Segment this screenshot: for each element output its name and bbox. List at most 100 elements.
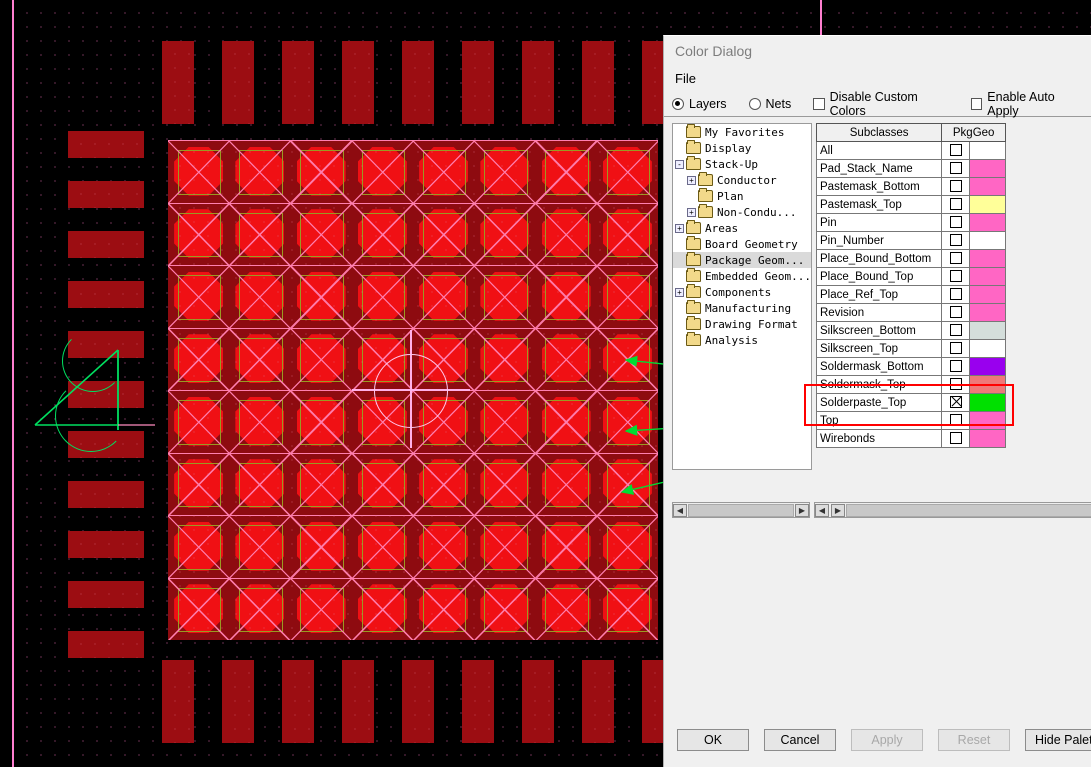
tree-item-areas[interactable]: + Areas <box>673 220 811 236</box>
subclass-color-swatch[interactable] <box>969 267 1006 286</box>
bga-ball <box>174 396 224 446</box>
subclass-visibility-checkbox[interactable] <box>941 159 971 178</box>
subclass-visibility-checkbox[interactable] <box>941 231 971 250</box>
table-row[interactable]: Place_Bound_Bottom <box>815 249 1006 268</box>
subclass-color-swatch[interactable] <box>969 411 1006 430</box>
subclass-color-swatch[interactable] <box>969 195 1006 214</box>
table-row[interactable]: Pad_Stack_Name <box>815 159 1006 178</box>
subclass-color-swatch[interactable] <box>969 177 1006 196</box>
tree-item-package-geom[interactable]: Package Geom... <box>673 252 811 268</box>
scroll-left-icon[interactable]: ◀ <box>673 503 687 517</box>
subclass-color-swatch[interactable] <box>969 393 1006 412</box>
table-row[interactable]: Pastemask_Bottom <box>815 177 1006 196</box>
subclass-visibility-checkbox[interactable] <box>941 285 971 304</box>
subclass-color-swatch[interactable] <box>969 375 1006 394</box>
table-row[interactable]: Pastemask_Top <box>815 195 1006 214</box>
table-row[interactable]: Place_Bound_Top <box>815 267 1006 286</box>
subclass-visibility-checkbox[interactable] <box>941 249 971 268</box>
radio-layers[interactable]: Layers <box>672 97 727 111</box>
subclass-visibility-checkbox[interactable] <box>941 303 971 322</box>
tree-expander-icon[interactable]: + <box>675 287 684 297</box>
subclass-visibility-checkbox[interactable] <box>941 339 971 358</box>
checkbox-enable-auto-apply[interactable]: Enable Auto Apply <box>970 90 1082 118</box>
table-row[interactable]: Pin <box>815 213 1006 232</box>
pad-outline <box>606 587 651 632</box>
cancel-button[interactable]: Cancel <box>764 729 836 751</box>
scroll-right-icon[interactable]: ▶ <box>795 503 809 517</box>
tree-expander-icon[interactable]: + <box>687 207 696 217</box>
subclass-color-swatch[interactable] <box>969 285 1006 304</box>
tree-item-stack-up[interactable]: - Stack-Up <box>673 156 811 172</box>
table-row[interactable]: Revision <box>815 303 1006 322</box>
checkbox-disable-custom-colors[interactable]: Disable Custom Colors <box>813 90 949 118</box>
table-row[interactable]: Silkscreen_Bottom <box>815 321 1006 340</box>
subclass-color-swatch[interactable] <box>969 231 1006 250</box>
scroll-left-icon[interactable]: ◀ <box>815 503 829 517</box>
subclass-color-swatch[interactable] <box>969 321 1006 340</box>
subclasses-table[interactable]: Subclasses PkgGeo All Pad_Stack_Name Paste… <box>815 123 1006 448</box>
scroll-thumb[interactable] <box>846 503 1091 517</box>
table-row[interactable]: Wirebonds <box>815 429 1006 448</box>
tree-item-analysis[interactable]: Analysis <box>673 332 811 348</box>
tree-hscrollbar[interactable]: ◀ ▶ <box>672 502 810 518</box>
subclass-visibility-checkbox[interactable] <box>941 267 971 286</box>
tree-item-embedded-geom[interactable]: Embedded Geom... <box>673 268 811 284</box>
pad-outline <box>361 587 406 632</box>
hide-palette-button[interactable]: Hide Palette <box>1025 729 1091 751</box>
subclass-color-swatch[interactable] <box>969 249 1006 268</box>
tree-item-label: Display <box>705 141 752 155</box>
subclass-visibility-checkbox[interactable] <box>941 213 971 232</box>
geometry-diagonal <box>413 140 537 266</box>
subclass-visibility-checkbox[interactable] <box>941 429 971 448</box>
scroll-thumb[interactable] <box>688 503 794 517</box>
radio-nets[interactable]: Nets <box>748 97 791 111</box>
radio-layers-label: Layers <box>689 96 727 111</box>
subclass-color-swatch[interactable] <box>969 339 1006 358</box>
scroll-right-icon[interactable]: ▶ <box>831 503 845 517</box>
table-hscrollbar[interactable]: ◀ ▶ <box>814 502 1091 518</box>
subclass-name: Silkscreen_Top <box>815 339 943 358</box>
tree-item-my-favorites[interactable]: My Favorites <box>673 124 811 140</box>
subclass-visibility-checkbox[interactable] <box>941 357 971 376</box>
table-row[interactable]: Solderpaste_Top <box>815 393 1006 412</box>
subclass-color-swatch[interactable] <box>969 303 1006 322</box>
tree-item-drawing-format[interactable]: Drawing Format <box>673 316 811 332</box>
subclass-visibility-checkbox[interactable] <box>941 141 971 160</box>
tree-expander-icon[interactable]: + <box>687 175 696 185</box>
tree-expander-icon[interactable]: + <box>675 223 684 233</box>
table-row[interactable]: Soldermask_Top <box>815 375 1006 394</box>
ok-button[interactable]: OK <box>677 729 749 751</box>
tree-item-manufacturing[interactable]: Manufacturing <box>673 300 811 316</box>
table-row[interactable]: Place_Ref_Top <box>815 285 1006 304</box>
subclass-visibility-checkbox[interactable] <box>941 393 971 412</box>
bga-ball <box>419 146 469 196</box>
table-row[interactable]: All <box>815 141 1006 160</box>
tree-item-components[interactable]: + Components <box>673 284 811 300</box>
tree-item-non-condu[interactable]: + Non-Condu... <box>673 204 811 220</box>
tree-item-plan[interactable]: Plan <box>673 188 811 204</box>
table-row[interactable]: Soldermask_Bottom <box>815 357 1006 376</box>
geometry-diagonal <box>168 577 231 640</box>
table-row[interactable]: Pin_Number <box>815 231 1006 250</box>
table-row[interactable]: Top <box>815 411 1006 430</box>
subclass-visibility-checkbox[interactable] <box>941 411 971 430</box>
tree-item-display[interactable]: Display <box>673 140 811 156</box>
tree-item-conductor[interactable]: + Conductor <box>673 172 811 188</box>
geometry-diagonal <box>229 390 353 516</box>
pad-outline <box>177 525 222 570</box>
table-row[interactable]: Silkscreen_Top <box>815 339 1006 358</box>
subclass-visibility-checkbox[interactable] <box>941 195 971 214</box>
subclass-color-swatch[interactable] <box>969 141 1006 160</box>
subclass-visibility-checkbox[interactable] <box>941 375 971 394</box>
subclass-color-swatch[interactable] <box>969 213 1006 232</box>
tree-item-board-geometry[interactable]: Board Geometry <box>673 236 811 252</box>
subclass-visibility-checkbox[interactable] <box>941 321 971 340</box>
tree-expander-icon[interactable]: - <box>675 159 684 169</box>
subclass-color-swatch[interactable] <box>969 159 1006 178</box>
geometry-diagonal <box>534 452 658 579</box>
menu-file[interactable]: File <box>664 66 1091 91</box>
subclass-color-swatch[interactable] <box>969 357 1006 376</box>
layer-tree[interactable]: My Favorites Display - Stack-Up + Conductor Pl… <box>672 123 812 470</box>
subclass-visibility-checkbox[interactable] <box>941 177 971 196</box>
subclass-color-swatch[interactable] <box>969 429 1006 448</box>
